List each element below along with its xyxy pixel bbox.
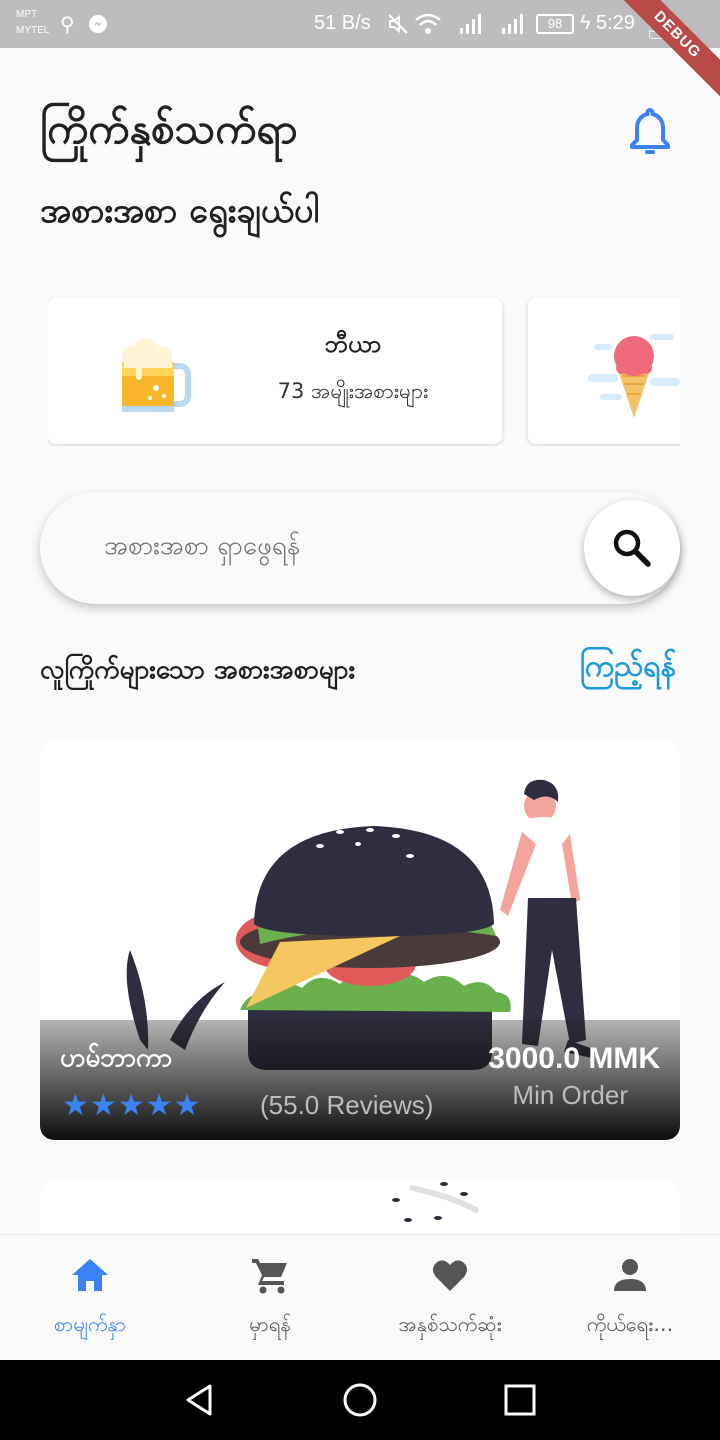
- carrier-1: MPT: [16, 9, 38, 20]
- ice-cream-icon: [584, 324, 680, 420]
- carrier-2: MYTEL: [16, 25, 50, 36]
- nav-home[interactable]: စာမျက်နှာ: [0, 1235, 180, 1361]
- notification-bell-icon[interactable]: [626, 106, 674, 158]
- category-card-ice-cream[interactable]: [528, 298, 680, 444]
- nav-label: မှာရန်: [249, 1312, 291, 1336]
- battery-indicator: 98: [536, 14, 574, 34]
- search-input[interactable]: အစားအစာ ရှာဖွေရန်: [104, 528, 300, 567]
- category-name: ဘီယာ: [324, 330, 382, 358]
- food-card[interactable]: ဟမ်ဘာကာ ★★★★★ (55.0 Reviews) 3000.0 MMK …: [40, 740, 680, 1140]
- food-name: ဟမ်ဘာကာ: [60, 1043, 173, 1073]
- bottom-navigation: စာမျက်နှာ မှာရန် အနှစ်သက်ဆုံး ကိုယ်ရေး…: [0, 1234, 720, 1360]
- carrier-names: MPT MYTEL: [16, 7, 49, 39]
- messenger-icon: [88, 14, 108, 39]
- page-title-line-2: အစားအစာ ရွေးချယ်ပါ: [40, 191, 320, 231]
- charging-icon: ϟ: [580, 12, 591, 34]
- back-icon[interactable]: [182, 1382, 218, 1418]
- search-button[interactable]: [584, 500, 680, 596]
- cart-icon: [252, 1259, 287, 1294]
- section-title: လူကြိုက်များသော အစားအစာများ: [40, 655, 356, 685]
- min-order-label: Min Order: [512, 1080, 628, 1110]
- search-icon: [613, 529, 651, 567]
- nav-favorites[interactable]: အနှစ်သက်ဆုံး: [360, 1235, 540, 1361]
- mute-icon: [386, 12, 410, 41]
- nav-order[interactable]: မှာရန်: [180, 1235, 360, 1361]
- wifi-icon: [414, 12, 442, 41]
- signal-icon-2: [500, 12, 526, 41]
- category-count: 73 အမျိုးအစားများ: [277, 379, 429, 403]
- home-circle-icon[interactable]: [342, 1382, 378, 1418]
- signal-icon-1: [458, 12, 484, 41]
- heart-icon: [433, 1260, 467, 1291]
- status-bar: MPT MYTEL ⚲ 51 B/s 98 ϟ 5:29 ညနေ DEBUG: [0, 0, 720, 105]
- price: 3000.0 MMK: [488, 1042, 660, 1075]
- nav-label: အနှစ်သက်ဆုံး: [398, 1312, 502, 1336]
- network-speed: 51 B/s: [314, 12, 371, 34]
- system-navigation-bar: [0, 1360, 720, 1440]
- category-card-beer[interactable]: ဘီယာ 73 အမျိုးအစားများ: [48, 298, 502, 444]
- nav-label: စာမျက်နှာ: [53, 1312, 127, 1336]
- see-more-link[interactable]: ကြည့်ရန်: [580, 646, 676, 691]
- beer-mug-icon: [112, 326, 192, 416]
- nav-label: ကိုယ်ရေး…: [586, 1312, 674, 1336]
- review-count: (55.0 Reviews): [260, 1090, 434, 1120]
- person-icon: [614, 1259, 646, 1291]
- recents-icon[interactable]: [502, 1382, 538, 1418]
- nav-profile[interactable]: ကိုယ်ရေး…: [540, 1235, 720, 1361]
- usb-icon: ⚲: [60, 12, 75, 36]
- rating-stars: ★★★★★: [62, 1088, 202, 1123]
- category-carousel[interactable]: ဘီယာ 73 အမျိုးအစားများ: [48, 298, 680, 446]
- home-icon: [72, 1259, 108, 1291]
- clock: 5:29: [596, 12, 635, 34]
- page-title-line-1: ကြိုက်နှစ်သက်ရာ: [40, 104, 298, 153]
